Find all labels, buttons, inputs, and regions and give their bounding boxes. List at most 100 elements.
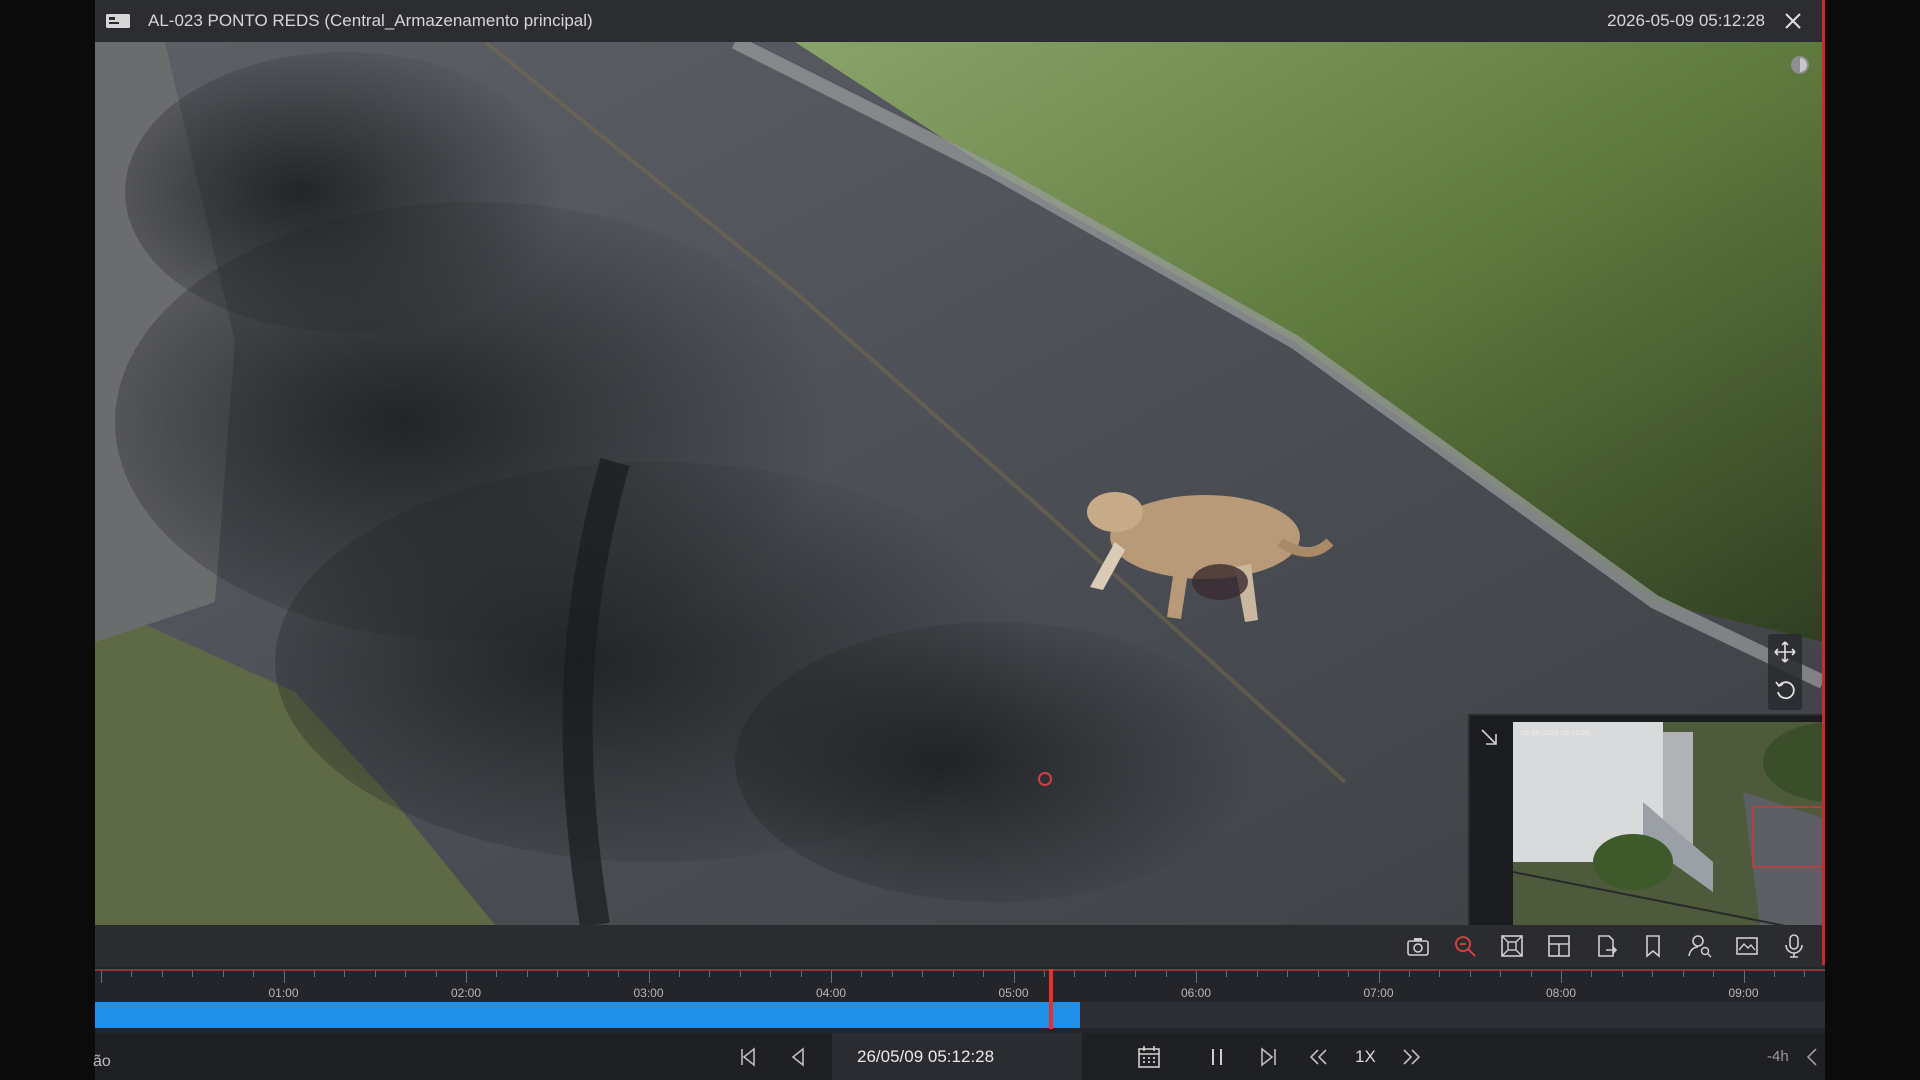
timeline-tick [1074, 971, 1076, 977]
timeline-tick [1713, 971, 1715, 977]
timeline-label: 05:00 [998, 986, 1029, 1000]
timeline-tick [1500, 971, 1502, 977]
timeline-tick [161, 971, 163, 977]
timeline-tick [1469, 971, 1471, 977]
video-viewport[interactable]: 05-05-2026 05:12:28 [95, 42, 1823, 925]
timeline-tick [983, 971, 985, 977]
timeline-tick [648, 971, 650, 983]
close-icon[interactable] [1781, 9, 1805, 33]
timeline-tick [831, 971, 832, 983]
playback-window: AL-023 PONTO REDS (Central_Armazenamento… [93, 0, 1825, 1080]
timeline-tick [770, 971, 772, 977]
timeline-tick [1561, 971, 1562, 983]
slow-down-icon[interactable] [1305, 1044, 1331, 1070]
pause-icon[interactable] [1204, 1044, 1230, 1070]
timeline-tick [496, 971, 498, 977]
timeline-label: 09:00 [1728, 986, 1759, 1000]
timeline-tick [435, 971, 437, 977]
timeline-tick [466, 971, 467, 983]
timeline-tick [222, 971, 224, 977]
timeline-label: 02:00 [450, 986, 482, 1000]
export-clip-icon[interactable] [1593, 933, 1619, 959]
microphone-icon[interactable] [1781, 933, 1807, 959]
previous-frame-icon[interactable] [735, 1044, 761, 1070]
timeline-tick [253, 971, 255, 977]
timeline-label: 07:00 [1363, 986, 1394, 1000]
timeline-tick [1317, 971, 1319, 977]
playback-datetime: 26/05/09 05:12:28 [857, 1047, 995, 1066]
fisheye-icon[interactable] [1499, 933, 1525, 959]
timeline-tick [283, 971, 285, 983]
window-clock: 2026-05-09 05:12:28 [1607, 11, 1765, 30]
audio-indicator-icon[interactable] [1789, 54, 1811, 76]
playhead[interactable] [1049, 969, 1054, 1029]
timeline-tick [1439, 971, 1441, 977]
timeline-tick [101, 971, 102, 983]
camera-icon[interactable] [1405, 933, 1431, 959]
timeline-label: 03:00 [633, 986, 664, 1000]
window-title: AL-023 PONTO REDS (Central_Armazenamento… [148, 11, 593, 30]
pip-overview[interactable]: 05-05-2026 05:12:28 [1468, 714, 1823, 925]
pip-camera-view[interactable]: 05-05-2026 05:12:28 [1513, 722, 1823, 925]
timeline-label: 01:00 [268, 986, 299, 1000]
timeline-tick [1013, 971, 1015, 983]
datetime-box[interactable]: 26/05/09 05:12:28 [832, 1033, 1082, 1080]
person-search-icon[interactable] [1687, 933, 1713, 959]
timeline-label: 06:00 [1180, 986, 1212, 1000]
timeline-tick [1652, 971, 1654, 977]
timeline-tick [557, 971, 559, 977]
timeline-tick [1378, 971, 1380, 983]
timeline-tick [1104, 971, 1106, 977]
timeline-tick [1773, 971, 1775, 977]
timeline-tick [800, 971, 802, 977]
playback-timeline[interactable]: 01:00 02:00 03:00 04:00 05:00 06:00 07:00 08:00… [95, 967, 1825, 1033]
timeline-tick [618, 971, 620, 977]
timeline-tick [1196, 971, 1197, 983]
ptz-panel [1768, 634, 1802, 710]
timeline-baseline [95, 969, 1825, 971]
timeline-tick [1804, 971, 1806, 977]
playback-speed[interactable]: 1X [1355, 1047, 1376, 1067]
title-bar: AL-023 PONTO REDS (Central_Armazenamento… [95, 0, 1825, 42]
collapse-arrow-icon[interactable] [1478, 726, 1500, 748]
timeline-tick [952, 971, 954, 977]
collapse-left-icon[interactable] [1802, 1044, 1822, 1070]
timeline-tick [405, 971, 407, 977]
selected-window-border [1822, 0, 1825, 965]
move-arrows-icon[interactable] [1773, 640, 1797, 664]
speed-up-icon[interactable] [1399, 1044, 1425, 1070]
camera-window-icon [106, 14, 130, 28]
timeline-tick [192, 971, 194, 977]
timeline-tick [1135, 971, 1137, 977]
reverse-play-icon[interactable] [785, 1044, 811, 1070]
timeline-tick [739, 971, 741, 977]
pip-scene [1513, 722, 1823, 925]
left-backdrop [0, 0, 95, 1080]
playback-controls: ão 26/05/09 05:12:28 1X -4h [93, 1033, 1825, 1080]
bookmark-icon[interactable] [1640, 933, 1666, 959]
timeline-tick [1682, 971, 1684, 977]
timeline-tick [1165, 971, 1167, 977]
timeline-tick [1530, 971, 1532, 977]
digital-zoom-icon[interactable] [1452, 933, 1478, 959]
timeline-tick [344, 971, 346, 977]
timeline-tick [1621, 971, 1623, 977]
next-frame-icon[interactable] [1255, 1044, 1281, 1070]
timeline-tick [861, 971, 863, 977]
calendar-icon[interactable] [1136, 1044, 1162, 1070]
playback-toolbar [95, 925, 1825, 967]
timeline-tick [1226, 971, 1228, 977]
side-label: ão [93, 1053, 111, 1070]
timeline-tick [313, 971, 315, 977]
timeline-tick [131, 971, 133, 977]
timeline-tick [1408, 971, 1410, 977]
right-backdrop [1825, 0, 1920, 1080]
reset-rotate-icon[interactable] [1773, 678, 1797, 702]
recorded-segment[interactable] [95, 1002, 1081, 1028]
timeline-tick [678, 971, 680, 977]
image-adjust-icon[interactable] [1734, 933, 1760, 959]
timeline-range[interactable]: -4h [1767, 1048, 1789, 1065]
timeline-tick [587, 971, 589, 977]
timeline-tick [891, 971, 893, 977]
layout-icon[interactable] [1546, 933, 1572, 959]
